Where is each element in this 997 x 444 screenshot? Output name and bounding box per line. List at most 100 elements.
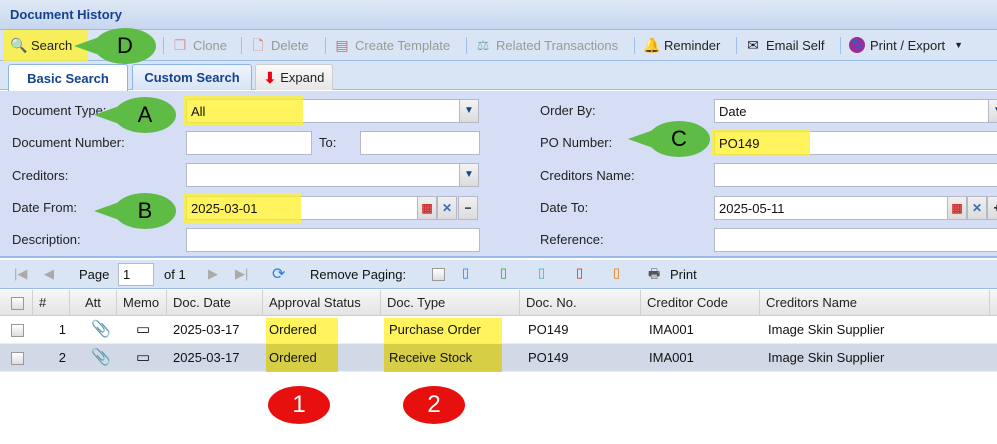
next-page-icon[interactable]: ▶: [208, 266, 218, 282]
prev-page-icon[interactable]: ◀: [44, 266, 54, 282]
table-row[interactable]: 1 📎 ▭ 2025-03-17 Ordered Purchase Order …: [0, 316, 997, 344]
row-number: 1: [58, 322, 66, 337]
document-type-label: Document Type:: [12, 103, 107, 118]
calendar-icon[interactable]: ▦: [417, 196, 437, 220]
refresh-icon[interactable]: ⟳: [272, 264, 285, 284]
row-checkbox[interactable]: [11, 324, 24, 338]
page-input[interactable]: 1: [118, 263, 154, 286]
plus-icon[interactable]: +: [987, 196, 997, 220]
date-from-input[interactable]: 2025-03-01: [186, 196, 418, 220]
last-page-icon[interactable]: ▶|: [235, 266, 248, 282]
column-number[interactable]: #: [33, 290, 70, 316]
doc-type: Receive Stock: [389, 350, 473, 365]
description-input[interactable]: [186, 228, 480, 252]
export-csv-icon[interactable]: ▯: [538, 265, 545, 281]
to-label: To:: [319, 135, 337, 150]
email-self-button[interactable]: ✉ Email Self: [745, 30, 825, 60]
tab-basic-search[interactable]: Basic Search: [8, 64, 128, 91]
minus-icon[interactable]: −: [458, 196, 478, 220]
chevron-down-icon[interactable]: ▼: [988, 99, 997, 123]
column-doc-type[interactable]: Doc. Type: [381, 290, 520, 316]
delete-button[interactable]: 🗋 Delete: [250, 30, 308, 60]
tab-label: Basic Search: [27, 70, 109, 86]
document-number-to-input[interactable]: [360, 131, 480, 155]
paperclip-icon[interactable]: 📎: [85, 344, 111, 372]
clone-label: Clone: [193, 37, 227, 53]
reminder-button[interactable]: 🔔 Reminder: [643, 30, 720, 60]
doc-date: 2025-03-17: [173, 322, 240, 337]
row-checkbox[interactable]: [11, 352, 24, 366]
approval-status: Ordered: [269, 350, 317, 365]
paging-toolbar: |◀ ◀ Page 1 of 1 ▶ ▶| ⟳ Remove Paging: ▯…: [0, 260, 997, 289]
bell-icon: 🔔: [643, 37, 661, 53]
reference-input[interactable]: [714, 228, 997, 252]
date-from-value: 2025-03-01: [191, 201, 258, 216]
scales-icon: ⚖: [476, 37, 490, 53]
column-creditor-code[interactable]: Creditor Code: [641, 290, 760, 316]
creditors-label: Creditors:: [12, 168, 69, 183]
select-all-checkbox[interactable]: [0, 290, 33, 316]
creditors-name-input[interactable]: [714, 163, 997, 187]
column-doc-no[interactable]: Doc. No.: [520, 290, 641, 316]
doc-no: PO149: [528, 322, 569, 337]
first-page-icon[interactable]: |◀: [14, 266, 27, 282]
remove-paging-checkbox[interactable]: [432, 268, 445, 281]
description-label: Description:: [12, 232, 81, 247]
printer-icon[interactable]: 🖶: [648, 265, 660, 287]
chevron-down-icon[interactable]: ▼: [459, 99, 479, 123]
table-row[interactable]: 2 📎 ▭ 2025-03-17 Ordered Receive Stock P…: [0, 344, 997, 372]
create-template-button[interactable]: ▤ Create Template: [334, 30, 450, 60]
paperclip-icon[interactable]: 📎: [85, 316, 111, 344]
memo-icon[interactable]: ▭: [130, 344, 150, 372]
creditor-code: IMA001: [649, 322, 694, 337]
creditors-select[interactable]: [186, 163, 460, 187]
calendar-icon[interactable]: ▦: [947, 196, 967, 220]
doc-type: Purchase Order: [389, 322, 481, 337]
order-by-select[interactable]: Date: [714, 99, 989, 123]
callout-c: C: [628, 121, 710, 157]
print-button[interactable]: Print: [670, 267, 697, 282]
grid-header: # Att Memo Doc. Date Approval Status Doc…: [0, 290, 997, 316]
clone-icon: ❐: [173, 37, 187, 53]
export-icon[interactable]: ▯: [462, 265, 469, 281]
window-title: Document History: [10, 7, 122, 22]
clear-icon[interactable]: ✕: [437, 196, 457, 220]
doc-date: 2025-03-17: [173, 350, 240, 365]
clone-button[interactable]: ❐ Clone: [172, 30, 227, 60]
column-creditors-name[interactable]: Creditors Name: [760, 290, 990, 316]
email-self-label: Email Self: [766, 37, 825, 53]
print-export-button[interactable]: 🐾 Print / Export ▼: [849, 30, 963, 60]
expand-button[interactable]: ⬇ Expand: [255, 64, 333, 90]
date-to-input[interactable]: 2025-05-11: [714, 196, 948, 220]
date-from-label: Date From:: [12, 200, 78, 215]
po-number-value: PO149: [719, 136, 760, 151]
callout-b: B: [94, 193, 176, 229]
column-doc-date[interactable]: Doc. Date: [167, 290, 263, 316]
chevron-down-icon: ▼: [954, 40, 964, 50]
callout-d: D: [74, 28, 156, 64]
print-export-label: Print / Export: [870, 37, 946, 53]
date-to-value: 2025-05-11: [719, 201, 785, 216]
clear-icon[interactable]: ✕: [967, 196, 987, 220]
paw-icon: 🐾: [849, 37, 865, 53]
search-button[interactable]: 🔍 Search: [10, 30, 72, 60]
po-number-label: PO Number:: [540, 135, 613, 150]
column-approval-status[interactable]: Approval Status: [263, 290, 381, 316]
document-type-value: All: [191, 104, 206, 119]
export-other-icon[interactable]: ▯: [613, 265, 620, 281]
document-type-select[interactable]: All: [186, 99, 460, 123]
memo-icon[interactable]: ▭: [130, 316, 150, 344]
related-transactions-button[interactable]: ⚖ Related Transactions: [475, 30, 618, 60]
export-excel-icon[interactable]: ▯: [500, 265, 507, 281]
chevron-down-icon[interactable]: ▼: [459, 163, 479, 187]
template-icon: ▤: [335, 37, 349, 53]
export-pdf-icon[interactable]: ▯: [576, 265, 583, 281]
title-bar: Document History: [0, 0, 997, 30]
po-number-input[interactable]: PO149: [714, 131, 997, 155]
document-number-input[interactable]: [186, 131, 312, 155]
tab-custom-search[interactable]: Custom Search: [132, 64, 252, 90]
reference-label: Reference:: [540, 232, 604, 247]
column-memo[interactable]: Memo: [117, 290, 167, 316]
arrow-down-icon: ⬇: [263, 69, 277, 87]
column-att[interactable]: Att: [70, 290, 117, 316]
